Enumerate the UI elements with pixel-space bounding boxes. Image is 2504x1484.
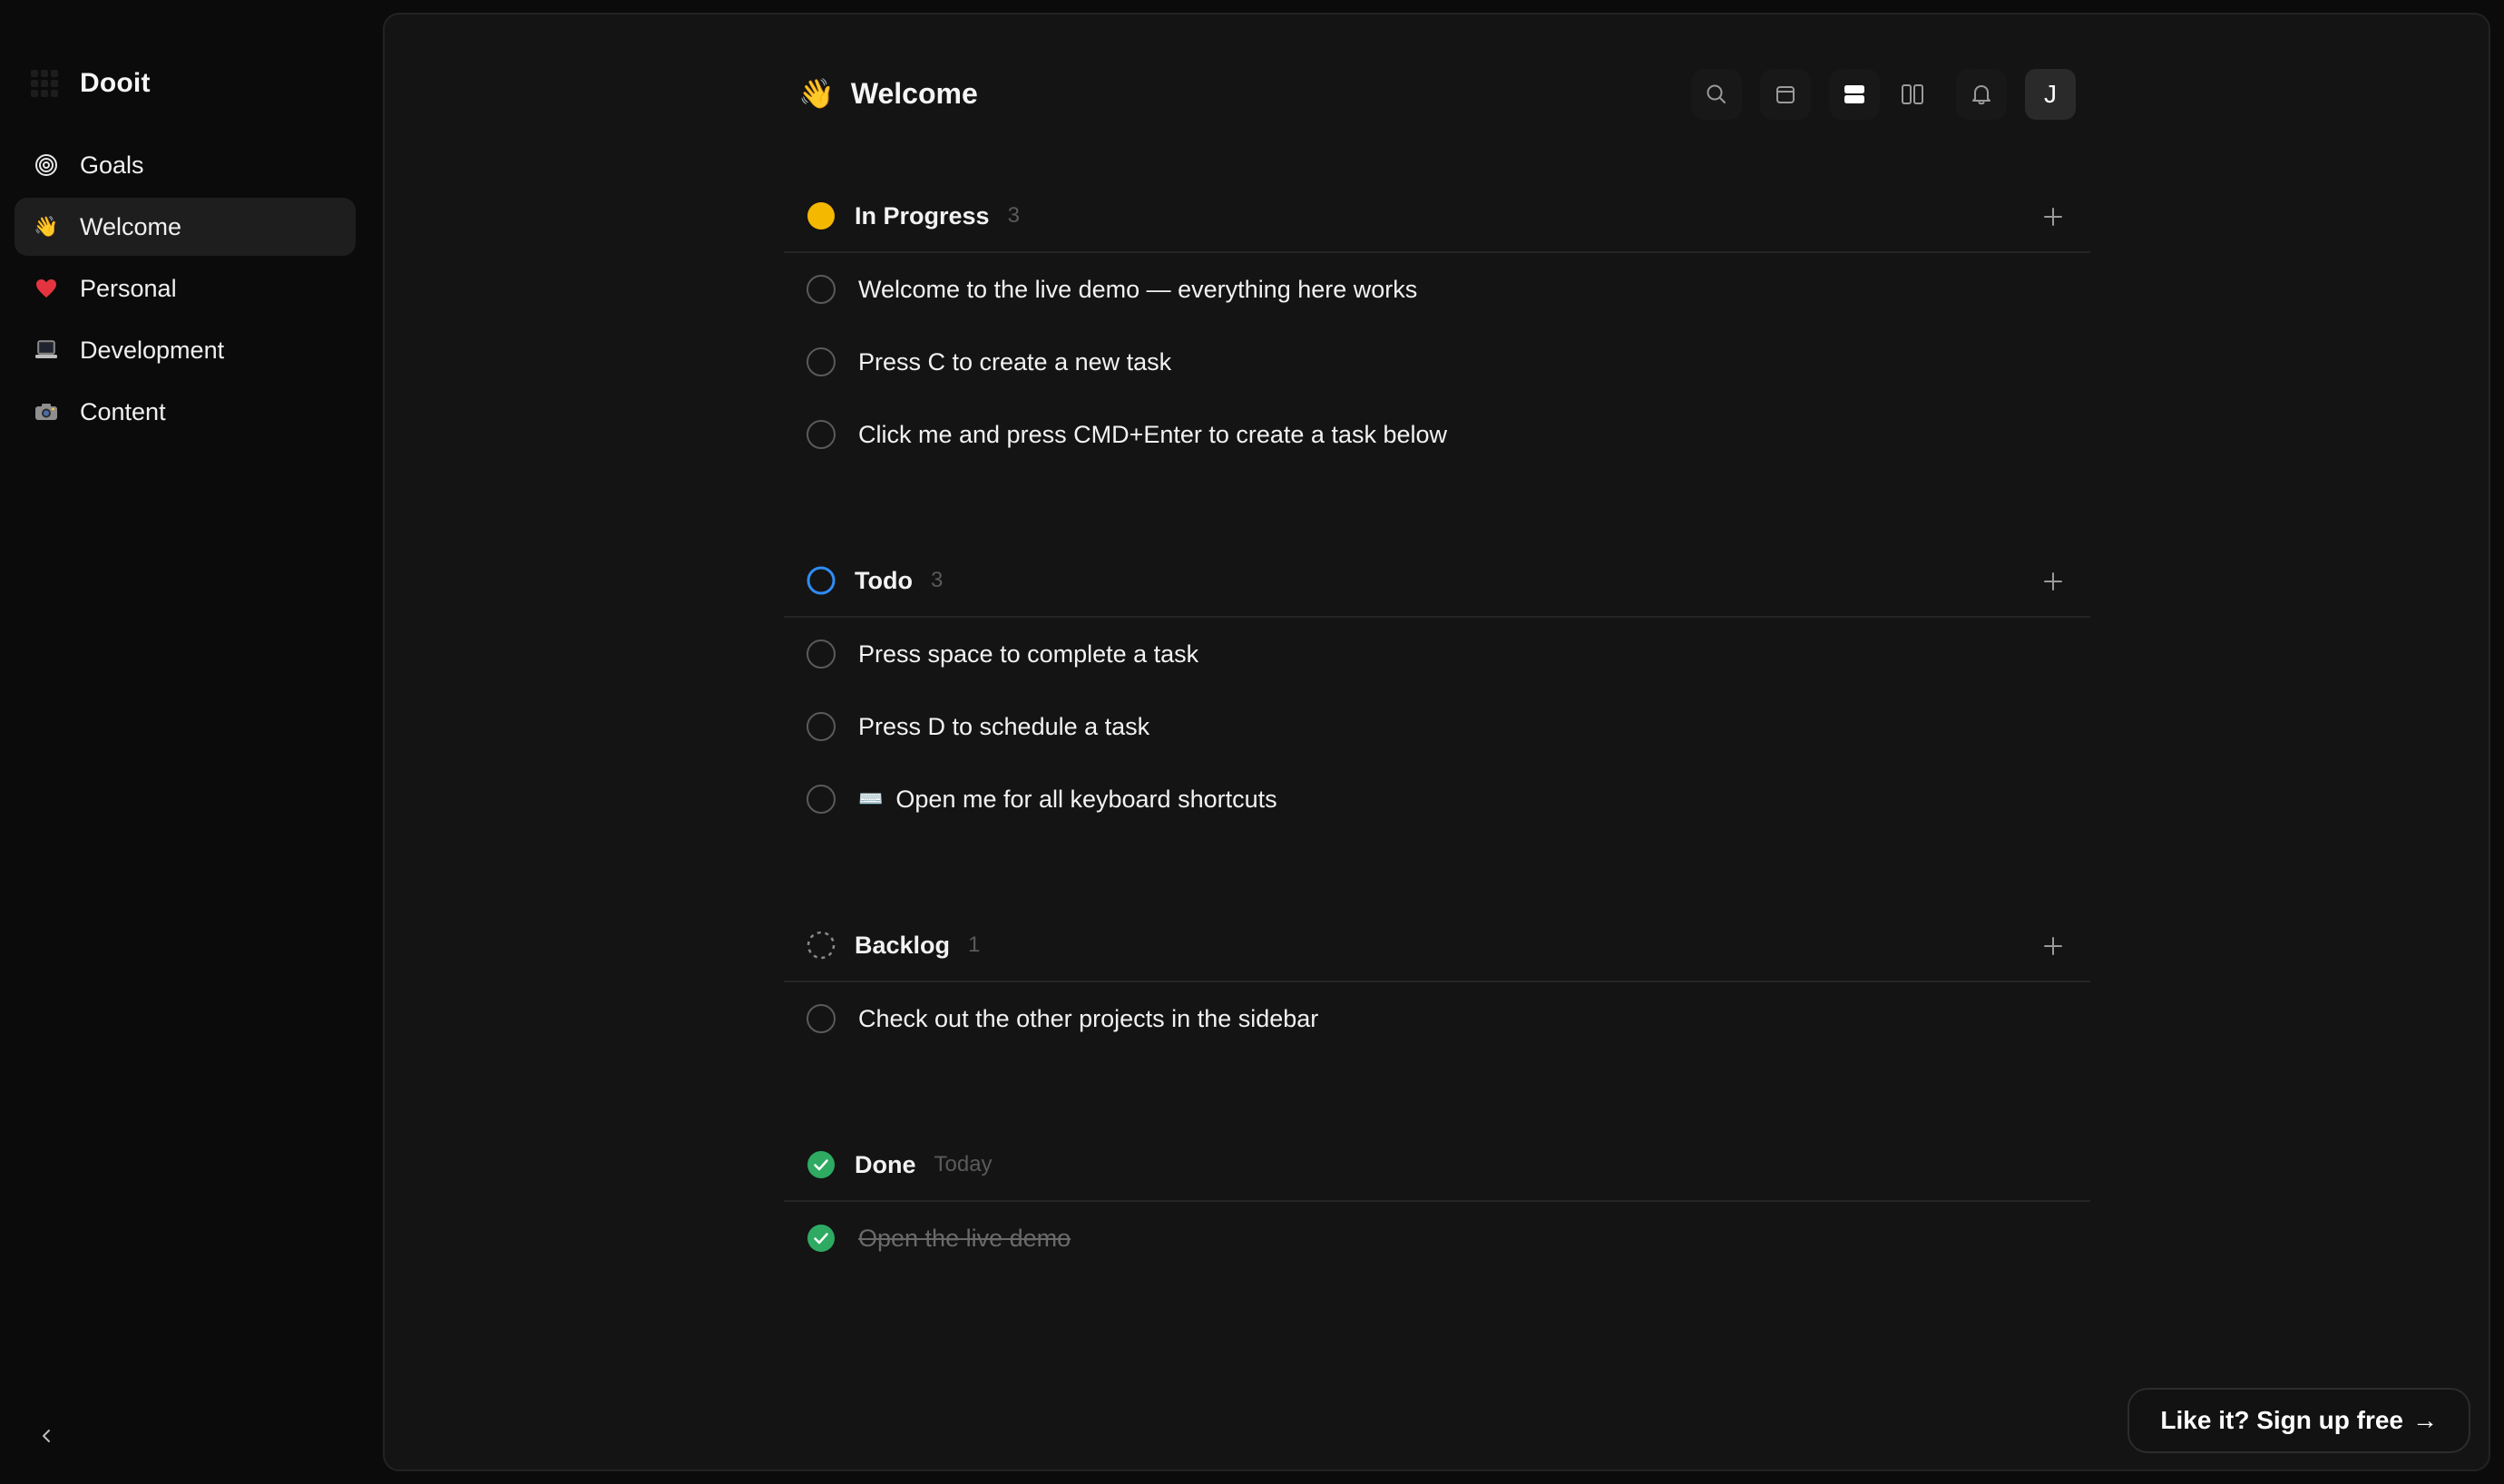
add-task-button[interactable]	[2038, 201, 2069, 232]
sidebar-item-label: Personal	[80, 274, 177, 302]
in-progress-status-icon	[806, 200, 836, 231]
page-title-wrap: 👋 Welcome	[798, 77, 978, 111]
plus-icon	[2044, 937, 2062, 955]
toolbar: J	[1673, 69, 2076, 120]
group-name: Todo	[855, 566, 913, 594]
search-button[interactable]	[1691, 69, 1742, 120]
group-name: In Progress	[855, 201, 990, 229]
group-count: 3	[1007, 203, 1020, 228]
list-view-icon	[1844, 85, 1864, 103]
add-task-button[interactable]	[2038, 566, 2069, 597]
calendar-icon	[1776, 86, 1795, 103]
task-checkbox[interactable]	[806, 419, 836, 450]
plus-icon	[2044, 572, 2062, 591]
task-checkbox[interactable]	[806, 639, 836, 669]
group-count: 3	[930, 568, 944, 592]
group-date: Today	[934, 1152, 993, 1176]
laptop-icon	[34, 338, 58, 362]
group-backlog: Backlog 1 Check out the other projects i…	[784, 910, 2090, 1055]
task-title: Click me and press CMD+Enter to create a…	[858, 420, 1448, 448]
sidebar-item-goals[interactable]: Goals	[15, 136, 356, 194]
add-task-button[interactable]	[2038, 931, 2069, 962]
task-title: Open the live demo	[858, 1224, 1071, 1252]
group-in-progress: In Progress 3 Welcome to the live demo —…	[784, 181, 2090, 471]
heart-icon	[34, 277, 58, 300]
task-row[interactable]: Click me and press CMD+Enter to create a…	[784, 398, 2090, 471]
keyboard-icon: ⌨️	[858, 787, 884, 810]
camera-icon	[34, 400, 58, 424]
task-checkbox[interactable]	[806, 711, 836, 742]
task-row[interactable]: Press C to create a new task	[784, 326, 2090, 398]
task-title: Press space to complete a task	[858, 639, 1199, 668]
group-header: In Progress 3	[784, 181, 2090, 253]
group-name: Done	[855, 1150, 916, 1178]
task-title: Press D to schedule a task	[858, 712, 1150, 740]
group-header: Done Today	[784, 1129, 2090, 1202]
waving-hand-icon: 👋	[34, 215, 59, 238]
task-title: Welcome to the live demo — everything he…	[858, 275, 1418, 303]
brand[interactable]: Dooit	[31, 63, 151, 103]
sidebar-nav: Goals 👋 Welcome Personal Development Con…	[15, 136, 356, 444]
sidebar-item-label: Content	[80, 397, 166, 425]
task-title: Check out the other projects in the side…	[858, 1004, 1319, 1032]
signup-cta-button[interactable]: Like it? Sign up free →	[2127, 1388, 2470, 1453]
sidebar-item-label: Goals	[80, 151, 144, 179]
board-view-icon	[1902, 84, 1923, 104]
sidebar-item-welcome[interactable]: 👋 Welcome	[15, 198, 356, 256]
arrow-right-icon: →	[2412, 1406, 2438, 1434]
sidebar-item-label: Welcome	[80, 212, 182, 240]
task-checkbox[interactable]	[806, 274, 836, 305]
sidebar-item-development[interactable]: Development	[15, 321, 356, 379]
task-title: Open me for all keyboard shortcuts	[895, 785, 1277, 813]
dooit-logo-icon	[31, 70, 58, 97]
backlog-status-icon	[806, 930, 836, 961]
todo-status-icon	[806, 565, 836, 596]
sidebar-item-label: Development	[80, 336, 225, 364]
task-checkbox[interactable]	[806, 1003, 836, 1034]
brand-name: Dooit	[80, 68, 151, 98]
page-header: 👋 Welcome J	[784, 60, 2090, 127]
chevron-left-icon	[43, 1430, 50, 1442]
task-row[interactable]: Press space to complete a task	[784, 618, 2090, 690]
group-todo: Todo 3 Press space to complete a task Pr…	[784, 545, 2090, 835]
waving-hand-icon: 👋	[798, 77, 835, 110]
board-view-button[interactable]	[1887, 69, 1938, 120]
task-row[interactable]: Open the live demo	[784, 1202, 2090, 1274]
task-checkbox[interactable]	[806, 784, 836, 815]
main-panel: 👋 Welcome J In Progress 3 Welcome to the…	[383, 13, 2490, 1471]
sidebar: Dooit Goals 👋 Welcome Personal Developme…	[0, 0, 374, 1484]
collapse-sidebar-button[interactable]	[33, 1422, 60, 1450]
project-content: 👋 Welcome J In Progress 3 Welcome to the…	[784, 15, 2090, 1469]
task-row[interactable]: Welcome to the live demo — everything he…	[784, 253, 2090, 326]
group-count: 1	[968, 932, 981, 957]
task-checkbox-checked[interactable]	[806, 1223, 836, 1254]
calendar-button[interactable]	[1760, 69, 1811, 120]
sidebar-item-content[interactable]: Content	[15, 383, 356, 441]
list-view-button[interactable]	[1829, 69, 1880, 120]
task-row[interactable]: Press D to schedule a task	[784, 690, 2090, 763]
group-header: Backlog 1	[784, 910, 2090, 982]
avatar[interactable]: J	[2025, 69, 2076, 120]
search-icon	[1707, 84, 1726, 103]
group-name: Backlog	[855, 931, 951, 959]
task-row[interactable]: ⌨️ Open me for all keyboard shortcuts	[784, 763, 2090, 835]
group-header: Todo 3	[784, 545, 2090, 618]
group-done: Done Today Open the live demo	[784, 1129, 2090, 1274]
plus-icon	[2044, 208, 2062, 226]
target-icon	[34, 153, 58, 177]
signup-cta-label: Like it? Sign up free	[2160, 1406, 2403, 1434]
sidebar-item-personal[interactable]: Personal	[15, 259, 356, 317]
notifications-button[interactable]	[1956, 69, 2007, 120]
bell-icon	[1972, 85, 1990, 105]
task-row[interactable]: Check out the other projects in the side…	[784, 982, 2090, 1055]
task-checkbox[interactable]	[806, 347, 836, 377]
page-title: Welcome	[850, 76, 978, 110]
done-status-icon	[806, 1149, 836, 1180]
task-title: Press C to create a new task	[858, 347, 1172, 376]
